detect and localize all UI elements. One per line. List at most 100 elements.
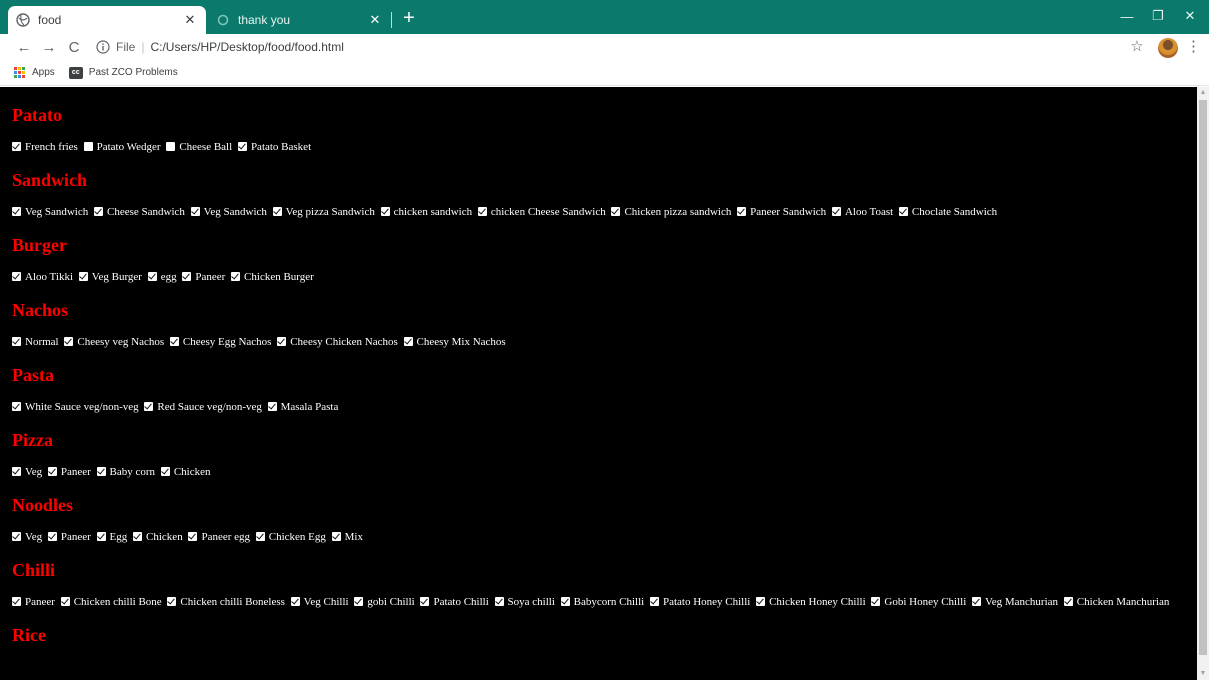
checkbox[interactable] <box>94 207 103 216</box>
checkbox[interactable] <box>83 142 93 151</box>
menu-option[interactable]: Veg pizza Sandwich <box>272 206 375 218</box>
checkbox[interactable] <box>267 402 277 411</box>
checkbox[interactable] <box>169 337 179 346</box>
checkbox[interactable] <box>331 532 341 541</box>
checkbox[interactable] <box>166 142 176 151</box>
address-bar[interactable]: File | C:/Users/HP/Desktop/food/food.htm… <box>96 36 1106 58</box>
checkbox[interactable] <box>231 272 241 281</box>
menu-option[interactable]: Normal <box>12 336 59 348</box>
checkbox[interactable] <box>12 597 21 606</box>
menu-option[interactable]: Soya chilli <box>494 596 555 608</box>
checkbox[interactable] <box>12 532 21 541</box>
checkbox[interactable] <box>96 467 106 476</box>
menu-option[interactable]: Paneer <box>47 531 91 543</box>
menu-option[interactable]: Chicken chilli Bone <box>60 596 162 608</box>
checkbox[interactable] <box>188 532 198 541</box>
forward-button[interactable]: → <box>39 37 59 57</box>
checkbox[interactable] <box>354 597 364 606</box>
menu-option[interactable]: Paneer Sandwich <box>737 206 826 218</box>
menu-option[interactable]: Red Sauce veg/non-veg <box>144 401 262 413</box>
menu-option[interactable]: Cheesy Egg Nachos <box>169 336 271 348</box>
minimize-button[interactable]: — <box>1114 4 1140 28</box>
checkbox[interactable] <box>12 467 21 476</box>
checkbox[interactable] <box>756 597 766 606</box>
checkbox[interactable] <box>380 207 390 216</box>
checkbox[interactable] <box>403 337 413 346</box>
back-button[interactable]: ← <box>14 37 34 57</box>
checkbox[interactable] <box>477 207 487 216</box>
menu-option[interactable]: Egg <box>96 531 127 543</box>
menu-option[interactable]: Chicken Egg <box>255 531 326 543</box>
menu-option[interactable]: Paneer <box>12 596 55 608</box>
checkbox[interactable] <box>160 467 170 476</box>
checkbox[interactable] <box>182 272 192 281</box>
menu-option[interactable]: chicken Cheese Sandwich <box>477 206 606 218</box>
checkbox[interactable] <box>831 207 841 216</box>
menu-option[interactable]: White Sauce veg/non-veg <box>12 401 139 413</box>
checkbox[interactable] <box>12 272 21 281</box>
checkbox[interactable] <box>190 207 200 216</box>
checkbox[interactable] <box>972 597 982 606</box>
checkbox[interactable] <box>560 597 570 606</box>
menu-option[interactable]: Patato Wedger <box>83 141 161 153</box>
menu-option[interactable]: Aloo Toast <box>831 206 893 218</box>
menu-option[interactable]: Aloo Tikki <box>12 271 73 283</box>
checkbox[interactable] <box>96 532 106 541</box>
menu-option[interactable]: Veg <box>12 531 42 543</box>
checkbox[interactable] <box>78 272 88 281</box>
menu-option[interactable]: Patato Basket <box>237 141 311 153</box>
menu-option[interactable]: Gobi Honey Chilli <box>871 596 966 608</box>
checkbox[interactable] <box>12 142 21 151</box>
close-tab-icon[interactable]: ✕ <box>367 12 383 28</box>
menu-option[interactable]: Veg Sandwich <box>12 206 88 218</box>
menu-option[interactable]: Chicken Manchurian <box>1063 596 1169 608</box>
tab-food[interactable]: food ✕ <box>8 6 206 34</box>
menu-option[interactable]: chicken sandwich <box>380 206 472 218</box>
maximize-button[interactable]: ❐ <box>1145 4 1171 28</box>
checkbox[interactable] <box>12 207 21 216</box>
menu-option[interactable]: Veg Manchurian <box>972 596 1058 608</box>
menu-option[interactable]: Cheesy veg Nachos <box>64 336 164 348</box>
menu-option[interactable]: Veg Burger <box>78 271 142 283</box>
menu-option[interactable]: Baby corn <box>96 466 155 478</box>
menu-option[interactable]: Cheesy Mix Nachos <box>403 336 506 348</box>
menu-option[interactable]: Masala Pasta <box>267 401 338 413</box>
menu-option[interactable]: Chicken chilli Boneless <box>167 596 285 608</box>
checkbox[interactable] <box>12 337 21 346</box>
checkbox[interactable] <box>290 597 300 606</box>
menu-option[interactable]: Patato Chilli <box>420 596 489 608</box>
checkbox[interactable] <box>60 597 70 606</box>
page-scrollbar[interactable]: ▲ ▼ <box>1197 87 1209 680</box>
menu-option[interactable]: Veg <box>12 466 42 478</box>
scroll-thumb[interactable] <box>1199 100 1207 655</box>
checkbox[interactable] <box>420 597 430 606</box>
checkbox[interactable] <box>47 532 57 541</box>
menu-option[interactable]: egg <box>147 271 177 283</box>
info-icon[interactable] <box>96 40 110 54</box>
menu-option[interactable]: Paneer <box>182 271 225 283</box>
menu-dots-icon[interactable]: ⋮ <box>1186 38 1201 56</box>
checkbox[interactable] <box>255 532 265 541</box>
menu-option[interactable]: Cheese Ball <box>166 141 232 153</box>
checkbox[interactable] <box>737 207 747 216</box>
scroll-down-arrow-icon[interactable]: ▼ <box>1197 668 1209 680</box>
bookmark-past-zco[interactable]: cc Past ZCO Problems <box>68 66 178 79</box>
menu-option[interactable]: Choclate Sandwich <box>898 206 997 218</box>
checkbox[interactable] <box>147 272 157 281</box>
menu-option[interactable]: Cheesy Chicken Nachos <box>277 336 398 348</box>
reload-button[interactable]: C <box>64 37 84 57</box>
menu-option[interactable]: Babycorn Chilli <box>560 596 644 608</box>
checkbox[interactable] <box>1063 597 1073 606</box>
scroll-up-arrow-icon[interactable]: ▲ <box>1197 87 1209 99</box>
close-tab-icon[interactable]: ✕ <box>182 12 198 28</box>
menu-option[interactable]: Cheese Sandwich <box>94 206 185 218</box>
menu-option[interactable]: Mix <box>331 531 363 543</box>
bookmark-apps[interactable]: Apps <box>14 66 55 79</box>
menu-option[interactable]: Paneer egg <box>188 531 250 543</box>
checkbox[interactable] <box>133 532 143 541</box>
menu-option[interactable]: French fries <box>12 141 78 153</box>
menu-option[interactable]: Veg Chilli <box>290 596 349 608</box>
checkbox[interactable] <box>144 402 154 411</box>
menu-option[interactable]: Patato Honey Chilli <box>649 596 750 608</box>
checkbox[interactable] <box>272 207 282 216</box>
